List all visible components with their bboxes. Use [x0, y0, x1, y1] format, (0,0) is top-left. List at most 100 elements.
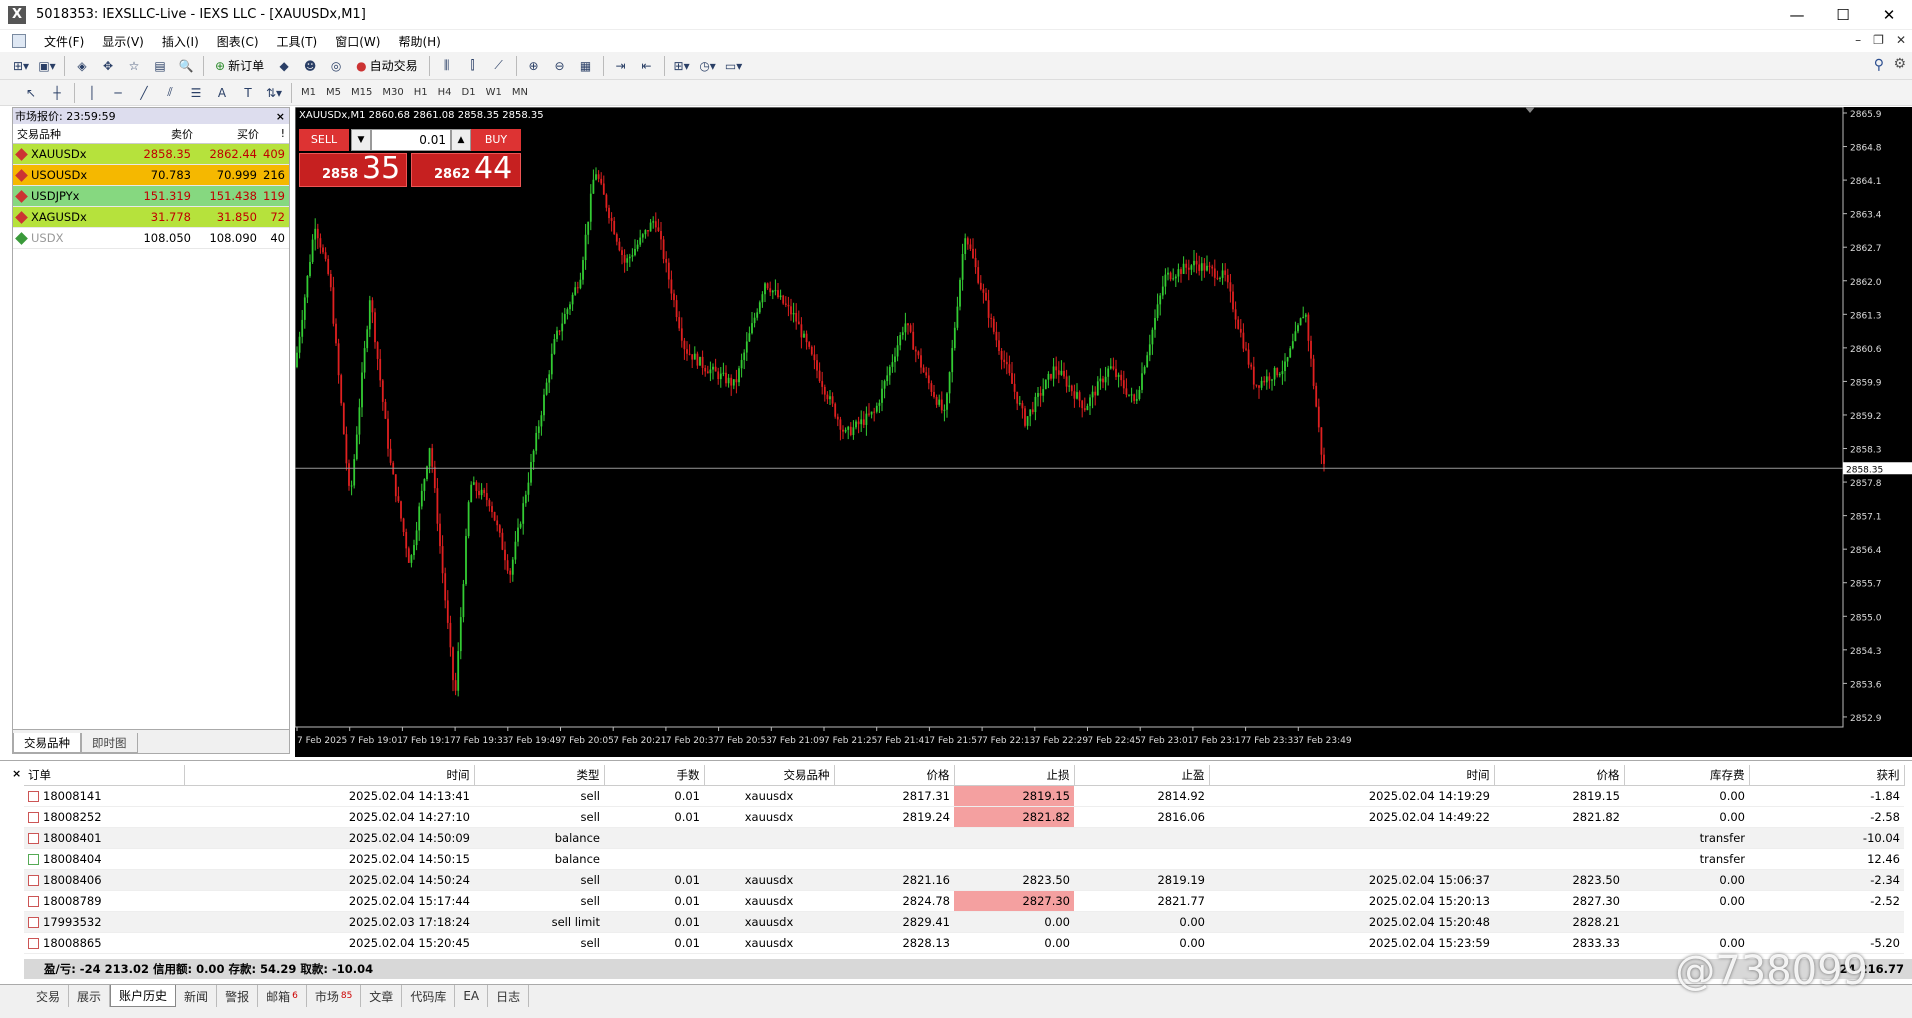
column-bid[interactable]: 卖价 [117, 126, 197, 142]
sell-button[interactable]: SELL [299, 129, 349, 151]
candlestick-chart[interactable]: 2865.9 2864.8 2864.1 2863.4 2862.7 2862.0 2861… [295, 107, 1912, 757]
column-ask[interactable]: 买价 [197, 126, 263, 142]
history-row[interactable]: 18008404 2025.02.04 14:50:15 balance transf… [24, 848, 1904, 870]
menu-help[interactable]: 帮助(H) [398, 33, 440, 50]
history-column-header[interactable]: 价格 [834, 765, 955, 786]
column-spread[interactable]: ! [263, 127, 289, 140]
history-row[interactable]: 18008406 2025.02.04 14:50:24 sell 0.01 xauus… [24, 869, 1904, 891]
tab-symbols[interactable]: 交易品种 [13, 733, 81, 753]
terminal-icon[interactable]: ▤ [149, 55, 171, 77]
timeframe-m5[interactable]: M5 [326, 87, 341, 98]
market-watch-icon[interactable]: ◈ [71, 55, 93, 77]
channel-icon[interactable]: ⫽ [159, 82, 181, 104]
market-watch-close-icon[interactable]: × [276, 110, 285, 123]
terminal-tab[interactable]: 展示 [69, 985, 111, 1007]
auto-scroll-icon[interactable]: ⇥ [610, 55, 632, 77]
bar-chart-icon[interactable]: ⫼ [436, 55, 458, 77]
text-icon[interactable]: A [211, 82, 233, 104]
history-row[interactable]: 18008252 2025.02.04 14:27:10 sell 0.01 xauus… [24, 806, 1904, 828]
history-column-header[interactable]: 获利 [1749, 765, 1905, 786]
menu-charts[interactable]: 图表(C) [217, 33, 259, 50]
zoom-in-icon[interactable]: ⊕ [523, 55, 545, 77]
chart-shift-marker[interactable] [1525, 107, 1535, 113]
timeframe-h4[interactable]: H4 [438, 87, 452, 98]
menu-file[interactable]: 文件(F) [44, 33, 84, 50]
indicators-icon[interactable]: ⊞▾ [671, 55, 693, 77]
horizontal-line-icon[interactable]: ─ [107, 82, 129, 104]
vertical-line-icon[interactable]: │ [81, 82, 103, 104]
lot-decrease-icon[interactable]: ▼ [351, 129, 371, 151]
history-column-header[interactable]: 库存费 [1624, 765, 1750, 786]
new-order-button[interactable]: ⊕ 新订单 [210, 55, 269, 77]
trendline-icon[interactable]: ╱ [133, 82, 155, 104]
terminal-tab[interactable]: 警报 [217, 985, 259, 1007]
history-column-header[interactable]: 订单 [24, 765, 185, 786]
menu-insert[interactable]: 插入(I) [162, 33, 199, 50]
cursor-icon[interactable]: ↖ [20, 82, 42, 104]
history-column-header[interactable]: 时间 [184, 765, 475, 786]
terminal-tab[interactable]: 账户历史 [110, 985, 177, 1007]
history-row[interactable]: 18008865 2025.02.04 15:20:45 sell 0.01 xauus… [24, 932, 1904, 954]
crosshair-icon[interactable]: ┼ [46, 82, 68, 104]
history-row[interactable]: 18008789 2025.02.04 15:17:44 sell 0.01 xauus… [24, 890, 1904, 912]
arrows-icon[interactable]: ⇅▾ [263, 82, 285, 104]
mdi-close-icon[interactable]: ✕ [1896, 33, 1906, 47]
timeframe-m30[interactable]: M30 [382, 87, 403, 98]
history-column-header[interactable]: 时间 [1209, 765, 1495, 786]
close-button[interactable]: ✕ [1866, 0, 1912, 30]
buy-button[interactable]: BUY [471, 129, 521, 151]
timeframe-h1[interactable]: H1 [414, 87, 428, 98]
history-column-header[interactable]: 止损 [954, 765, 1075, 786]
new-chart-icon[interactable]: ⊞▾ [10, 55, 32, 77]
navigator-icon[interactable]: ☆ [123, 55, 145, 77]
menu-window[interactable]: 窗口(W) [335, 33, 380, 50]
candlestick-icon[interactable]: ⫿ [462, 55, 484, 77]
history-column-header[interactable]: 交易品种 [704, 765, 835, 786]
market-watch-row[interactable]: XAGUSDx 31.778 31.850 72 [13, 207, 289, 228]
terminal-tab[interactable]: 代码库 [402, 985, 456, 1007]
history-row[interactable]: 18008401 2025.02.04 14:50:09 balance transf… [24, 827, 1904, 849]
history-column-header[interactable]: 止盈 [1074, 765, 1210, 786]
data-window-icon[interactable]: ✥ [97, 55, 119, 77]
history-column-header[interactable]: 类型 [474, 765, 605, 786]
sell-price-box[interactable]: 2858 35 [299, 151, 407, 187]
history-column-header[interactable]: 价格 [1494, 765, 1625, 786]
search-icon[interactable]: ⚲ [1874, 57, 1884, 73]
terminal-tab[interactable]: 日志 [488, 985, 530, 1007]
column-symbol[interactable]: 交易品种 [13, 126, 117, 142]
fibonacci-icon[interactable]: ☰ [185, 82, 207, 104]
periods-icon[interactable]: ◷▾ [697, 55, 719, 77]
terminal-tab[interactable]: EA [455, 985, 489, 1007]
menu-view[interactable]: 显示(V) [102, 33, 144, 50]
market-watch-row[interactable]: XAUUSDx 2858.35 2862.44 409 [13, 144, 289, 165]
line-chart-icon[interactable]: ⟋ [488, 55, 510, 77]
market-watch-row[interactable]: USDJPYx 151.319 151.438 119 [13, 186, 289, 207]
tab-tick-chart[interactable]: 即时图 [81, 733, 138, 753]
terminal-tab[interactable]: 市场 85 [307, 985, 362, 1007]
minimize-button[interactable]: — [1774, 0, 1820, 30]
zoom-out-icon[interactable]: ⊖ [549, 55, 571, 77]
menu-tools[interactable]: 工具(T) [277, 33, 318, 50]
terminal-tab[interactable]: 邮箱 6 [258, 985, 307, 1007]
history-column-header[interactable]: 手数 [604, 765, 705, 786]
timeframe-d1[interactable]: D1 [462, 87, 476, 98]
auto-trading-button[interactable]: ● 自动交易 [351, 55, 423, 77]
market-watch-row[interactable]: USOUSDx 70.783 70.999 216 [13, 165, 289, 186]
signals-icon[interactable]: ☻ [299, 55, 321, 77]
timeframe-m15[interactable]: M15 [351, 87, 372, 98]
maximize-button[interactable]: ☐ [1820, 0, 1866, 30]
settings-icon[interactable]: ⚙ [1893, 56, 1906, 72]
terminal-tab[interactable]: 新闻 [176, 985, 218, 1007]
lot-increase-icon[interactable]: ▲ [451, 129, 471, 151]
price-chart[interactable]: 2865.9 2864.8 2864.1 2863.4 2862.7 2862.0 2861… [295, 107, 1912, 757]
terminal-tab[interactable]: 文章 [361, 985, 403, 1007]
mdi-restore-icon[interactable]: ❐ [1873, 33, 1884, 47]
text-label-icon[interactable]: T [237, 82, 259, 104]
timeframe-w1[interactable]: W1 [486, 87, 502, 98]
templates-icon[interactable]: ▭▾ [723, 55, 745, 77]
history-row[interactable]: 18008141 2025.02.04 14:13:41 sell 0.01 xauus… [24, 785, 1904, 807]
strategy-tester-icon[interactable]: 🔍 [175, 55, 197, 77]
tile-windows-icon[interactable]: ▦ [575, 55, 597, 77]
mdi-minimize-icon[interactable]: – [1855, 33, 1861, 47]
timeframe-mn[interactable]: MN [512, 87, 528, 98]
